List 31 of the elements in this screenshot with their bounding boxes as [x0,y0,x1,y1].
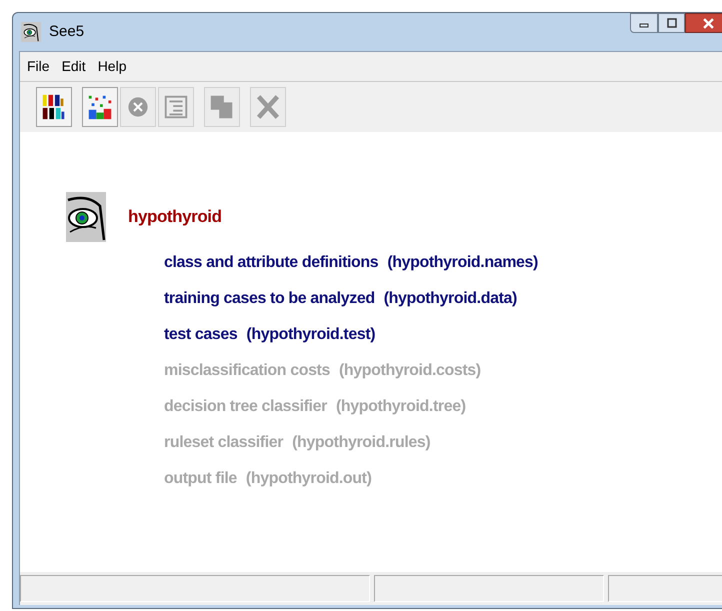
file-name: (hypothyroid.tree) [336,397,466,417]
menu-item[interactable]: Help [92,56,132,77]
menu-item[interactable]: File [22,56,55,77]
file-name: (hypothyroid.costs) [339,361,481,381]
close-icon [254,93,282,121]
minimize-button[interactable] [630,13,658,33]
file-label: misclassification costs [164,361,330,381]
file-label: decision tree classifier [164,397,327,417]
file-label: test cases [164,325,238,345]
file-name: (hypothyroid.test) [246,325,376,345]
list-icon [162,93,190,121]
file-label: training cases to be analyzed [164,289,375,309]
close-button[interactable] [685,13,722,33]
colored-bars-icon [86,93,114,121]
file-label: output file [164,469,237,489]
window-title: See5 [49,22,84,42]
eye-icon [66,192,106,242]
file-label: ruleset classifier [164,433,284,453]
file-name: (hypothyroid.data) [384,289,517,309]
maximize-button[interactable] [658,13,685,33]
file-name: (hypothyroid.rules) [292,433,430,453]
file-name: (hypothyroid.names) [387,253,538,273]
file-label: class and attribute definitions [164,253,378,273]
cancel-icon [126,95,150,119]
menu-item[interactable]: Edit [56,56,91,77]
maximize-icon [666,18,676,28]
toolbar-button[interactable] [36,87,72,127]
app-icon [21,22,41,42]
project-name: hypothyroid [128,206,222,228]
file-name: (hypothyroid.out) [246,469,372,489]
close-icon [702,18,714,28]
